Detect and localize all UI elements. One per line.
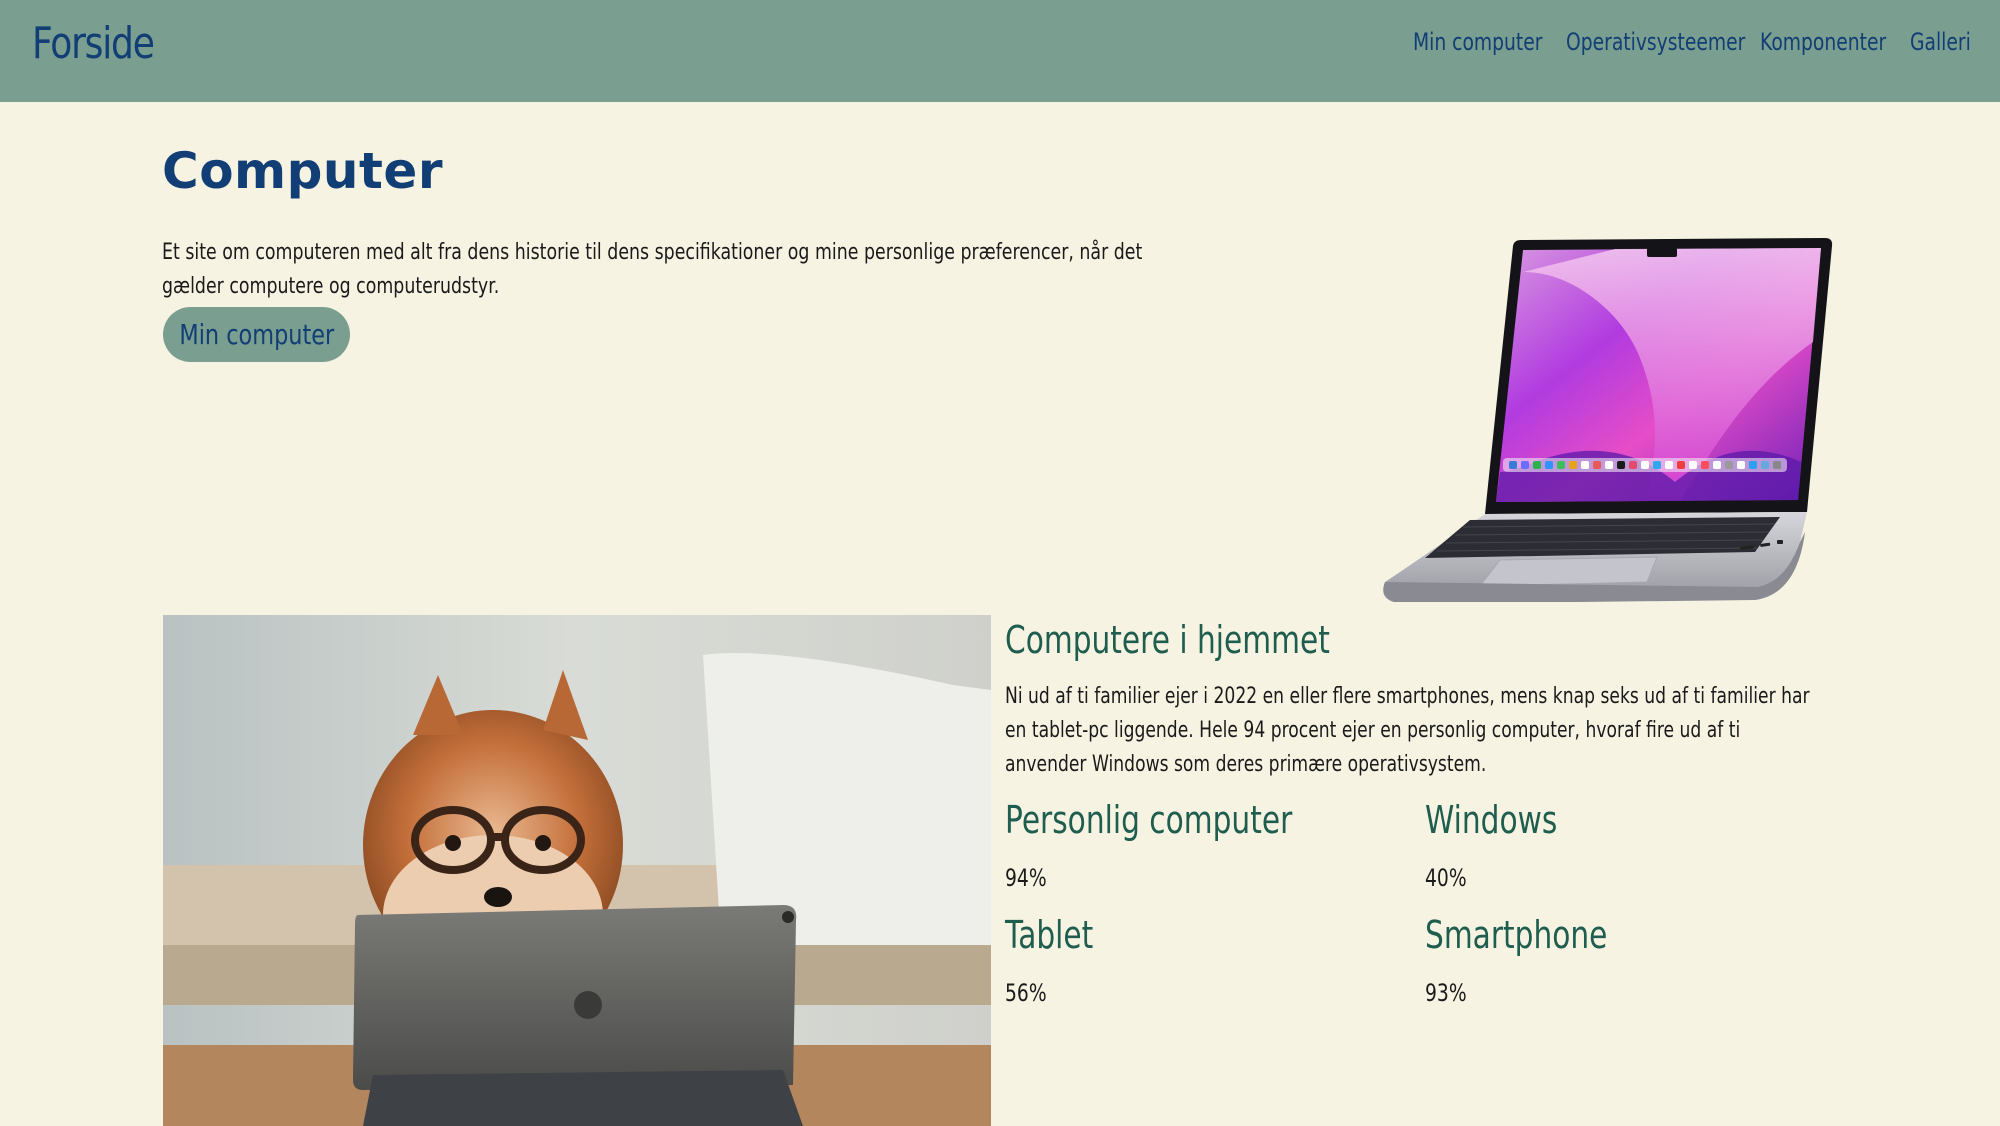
section-text: Ni ud af ti familier ejer i 2022 en elle… [1005, 684, 1810, 777]
dog-with-glasses-photo [163, 615, 991, 1126]
stat-value-smartphone: 93% [1425, 979, 1467, 1007]
brand-link-forside[interactable]: Forside [32, 18, 155, 69]
stat-value-personlig-computer: 94% [1005, 864, 1047, 892]
stat-label-personlig-computer: Personlig computer [1005, 798, 1293, 842]
section-title: Computere i hjemmet [1005, 618, 1330, 662]
nav-link-label: Min computer [1413, 28, 1543, 56]
nav-link-label: Komponenter [1760, 28, 1887, 56]
stat-label-windows: Windows [1425, 798, 1558, 842]
nav-link-label: Galleri [1910, 28, 1971, 56]
nav-link-label: Operativsysteemer [1566, 28, 1746, 56]
laptop-image [1383, 238, 1833, 602]
nav-link-galleri[interactable]: Galleri [1910, 28, 1988, 56]
intro-text: Et site om computeren med alt fra dens h… [162, 240, 1143, 299]
stat-label-smartphone: Smartphone [1425, 913, 1608, 957]
nav-link-komponenter[interactable]: Komponenter [1760, 28, 1922, 56]
stat-value-windows: 40% [1425, 864, 1467, 892]
navbar: Forside Min computer Operativsysteemer K… [0, 0, 2000, 102]
stat-value-tablet: 56% [1005, 979, 1047, 1007]
page-title: Computer [162, 142, 444, 200]
min-computer-button-label: Min computer [179, 318, 334, 351]
stat-label-tablet: Tablet [1005, 913, 1094, 957]
nav-link-min-computer[interactable]: Min computer [1413, 28, 1579, 56]
min-computer-button[interactable]: Min computer [163, 307, 350, 362]
